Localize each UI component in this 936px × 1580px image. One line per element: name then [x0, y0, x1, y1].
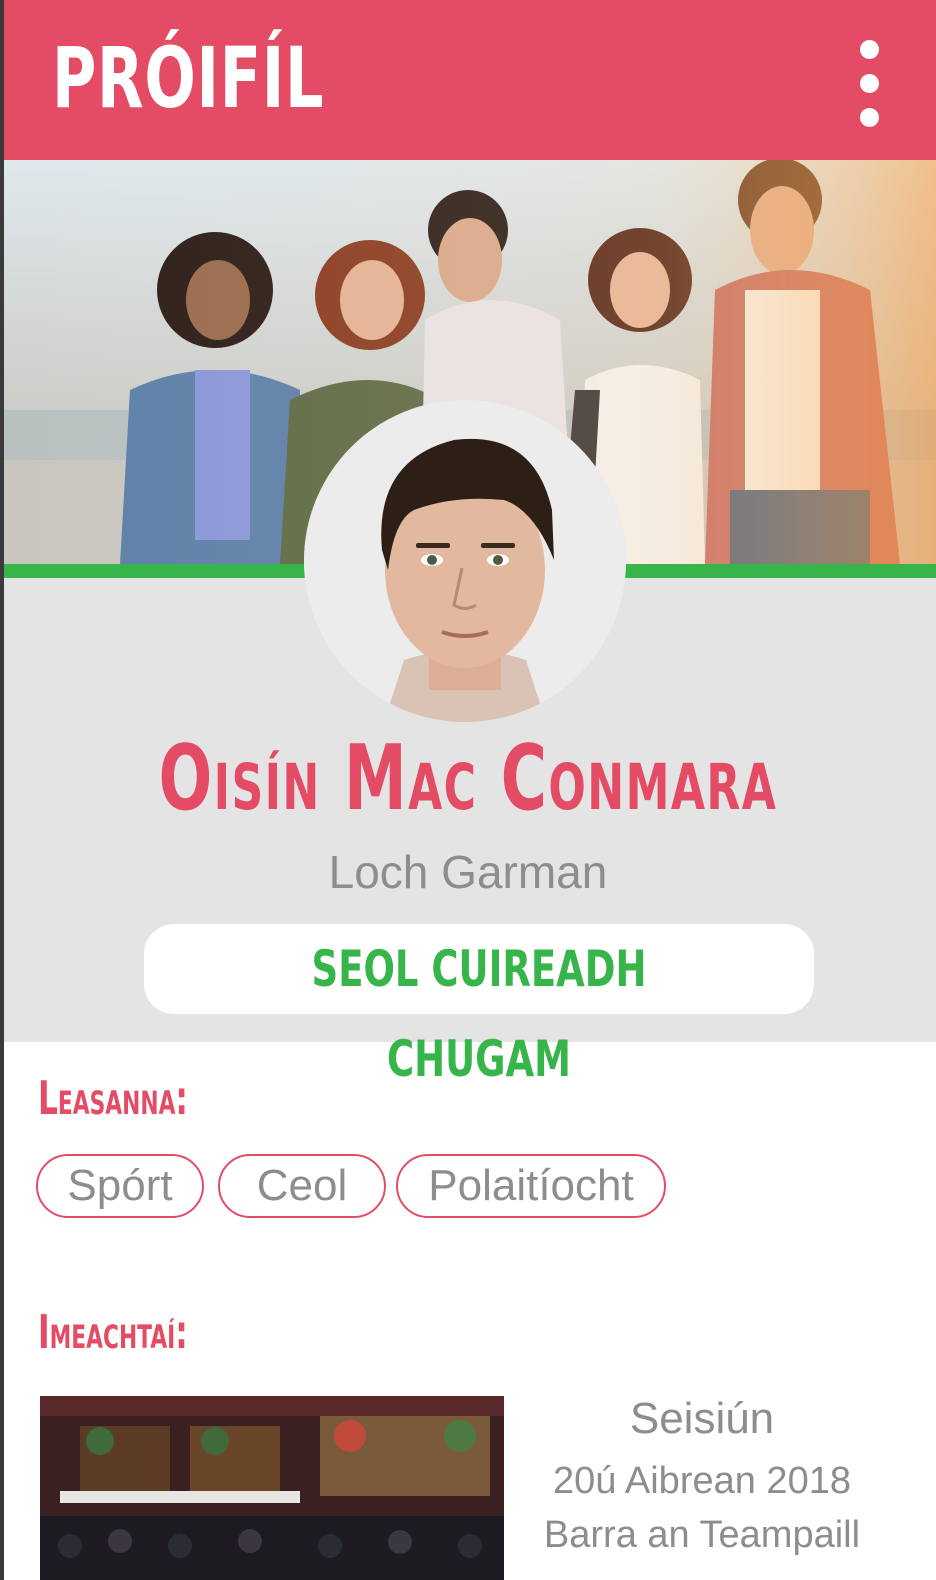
- more-options-icon[interactable]: [848, 36, 892, 132]
- profile-location: Loch Garman: [328, 846, 608, 898]
- profile-name: Oisín Mac Conmara: [158, 726, 778, 831]
- interest-tag-sport[interactable]: Spórt: [36, 1154, 204, 1218]
- interest-tag-music[interactable]: Ceol: [218, 1154, 386, 1218]
- send-invite-label: SEOL CUIREADH CHUGAM: [311, 940, 647, 1088]
- app-header: PRÓIFÍL: [0, 0, 936, 160]
- event-name: Seisiún: [629, 1394, 775, 1443]
- send-invite-button[interactable]: SEOL CUIREADH CHUGAM: [144, 924, 814, 1088]
- window-edge: [0, 0, 4, 1580]
- events-title: Imeachtaí:: [38, 1305, 188, 1359]
- event-venue: Barra an Teampaill: [543, 1514, 861, 1556]
- interests-title: Leasanna:: [38, 1071, 188, 1125]
- event-image[interactable]: [40, 1396, 504, 1580]
- event-date: 20ú Aibrean 2018: [553, 1460, 851, 1502]
- interest-tag-politics[interactable]: Polaitíocht: [396, 1154, 666, 1218]
- page-title: PRÓIFÍL: [52, 29, 325, 127]
- profile-avatar[interactable]: [304, 400, 626, 722]
